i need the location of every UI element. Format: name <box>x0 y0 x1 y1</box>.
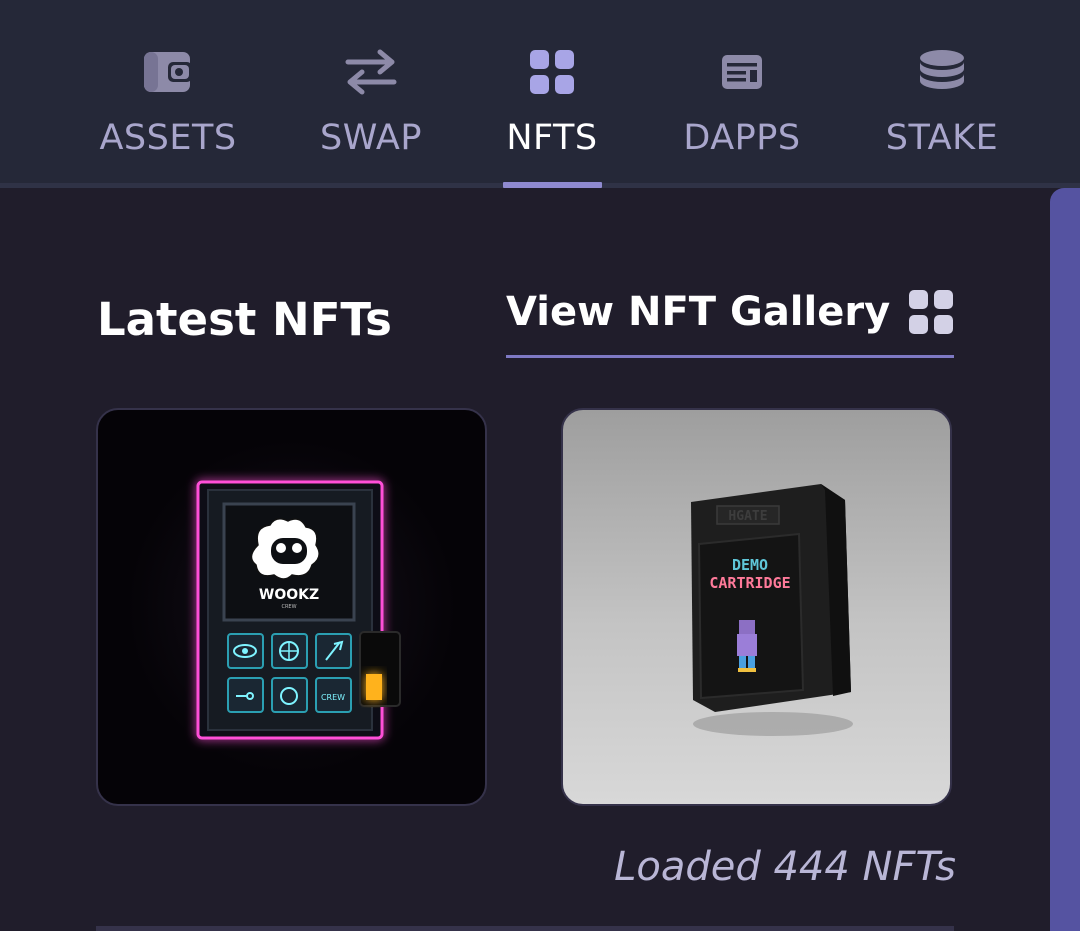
grid-icon <box>528 40 576 104</box>
dapps-icon <box>721 40 763 104</box>
tab-label: STAKE <box>885 118 999 158</box>
tab-swap[interactable]: SWAP <box>310 40 432 183</box>
section-divider <box>96 926 954 931</box>
cartridge-brand: HGATE <box>728 509 767 524</box>
active-tab-indicator <box>503 182 602 188</box>
gallery-link-label: View NFT Gallery <box>506 289 891 335</box>
nft-card-demo-cartridge[interactable]: HGATE DEMO CARTRIDGE <box>561 408 952 806</box>
view-nft-gallery-link[interactable]: View NFT Gallery <box>506 282 954 358</box>
swap-arrows-icon <box>344 40 398 104</box>
nft-image-wookz: WOOKZ CREW CREW <box>196 480 401 740</box>
tab-label: NFTS <box>506 118 598 158</box>
tab-label: SWAP <box>320 118 422 158</box>
nft-load-status: Loaded 444 NFTs <box>614 844 956 890</box>
tab-stake[interactable]: STAKE <box>874 40 1010 183</box>
nft-subtitle: CREW <box>281 604 296 610</box>
top-navigation: ASSETS SWAP NFTS DAPPS STAKE <box>0 0 1080 183</box>
nft-card-wookz[interactable]: WOOKZ CREW CREW <box>96 408 487 806</box>
globe-icon <box>279 641 299 661</box>
cartridge-title-line1: DEMO <box>732 556 768 574</box>
wookz-mascot-icon <box>250 518 320 580</box>
nft-badge: CREW <box>321 693 345 702</box>
scrollbar[interactable] <box>1050 188 1080 931</box>
page-title: Latest NFTs <box>97 293 392 346</box>
tab-assets[interactable]: ASSETS <box>94 40 242 183</box>
tab-label: ASSETS <box>99 118 237 158</box>
nft-image-cartridge: HGATE DEMO CARTRIDGE <box>691 484 853 736</box>
tab-label: DAPPS <box>683 118 801 158</box>
nft-name: WOOKZ <box>259 587 319 603</box>
tab-dapps[interactable]: DAPPS <box>672 40 812 183</box>
tab-nfts[interactable]: NFTS <box>500 40 604 183</box>
grid-icon <box>908 289 954 339</box>
coin-stack-icon <box>917 40 967 104</box>
cartridge-title-line2: CARTRIDGE <box>709 574 790 592</box>
wallet-icon <box>142 40 194 104</box>
